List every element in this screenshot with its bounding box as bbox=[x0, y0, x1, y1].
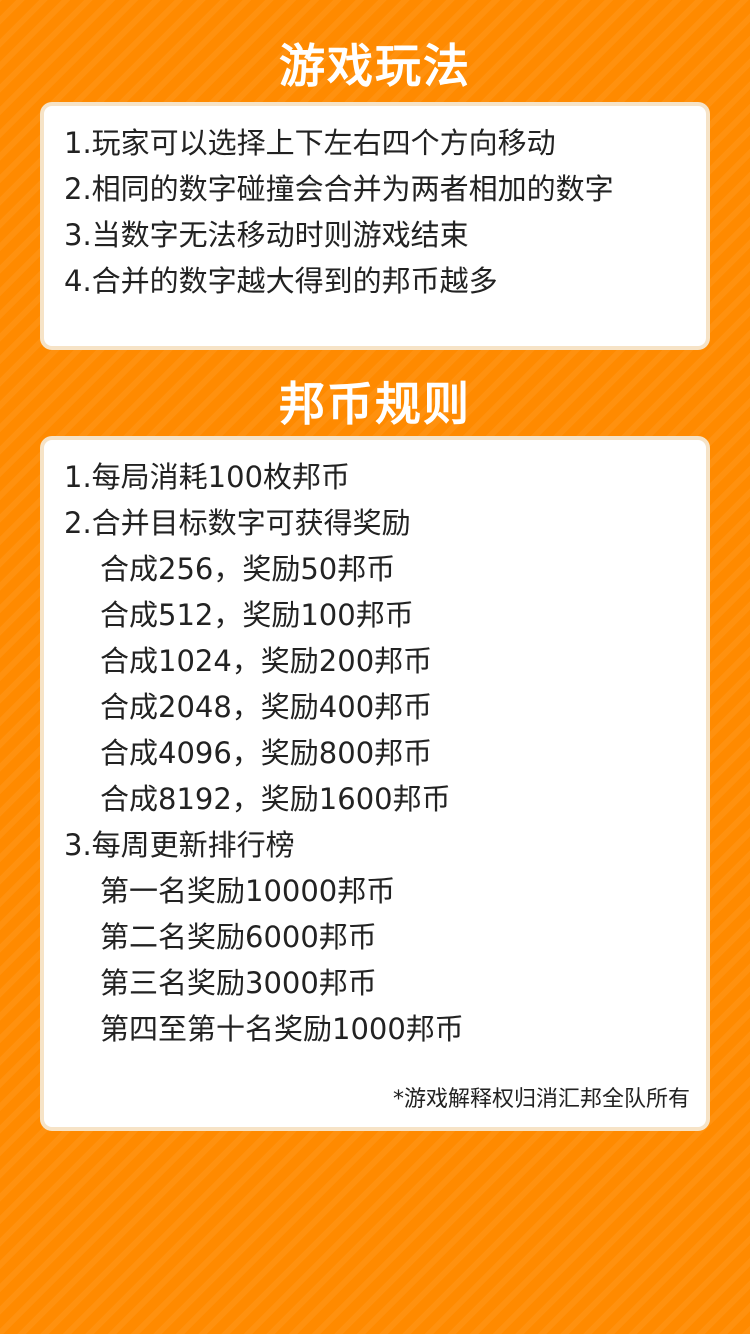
rights-footnote: *游戏解释权归消汇邦全队所有 bbox=[392, 1087, 690, 1112]
gameplay-rule-3: 3.当数字无法移动时则游戏结束 bbox=[64, 218, 469, 252]
coin-rules-card: 1.每局消耗100枚邦币 2.合并目标数字可获得奖励 合成256，奖励50邦币 … bbox=[40, 436, 710, 1131]
coin-rule-cost: 1.每局消耗100枚邦币 bbox=[64, 460, 351, 494]
ranking-reward-4th-10th: 第四至第十名奖励1000邦币 bbox=[100, 1012, 464, 1046]
merge-reward-256: 合成256，奖励50邦币 bbox=[100, 552, 396, 586]
gameplay-card: 1.玩家可以选择上下左右四个方向移动 2.相同的数字碰撞会合并为两者相加的数字 … bbox=[40, 102, 710, 350]
coin-rules-title: 邦币规则 bbox=[279, 377, 471, 431]
gameplay-rule-2: 2.相同的数字碰撞会合并为两者相加的数字 bbox=[64, 172, 614, 206]
ranking-reward-2nd: 第二名奖励6000邦币 bbox=[100, 920, 377, 954]
merge-reward-4096: 合成4096，奖励800邦币 bbox=[100, 736, 433, 770]
merge-reward-1024: 合成1024，奖励200邦币 bbox=[100, 644, 433, 678]
gameplay-title: 游戏玩法 bbox=[279, 39, 471, 93]
gameplay-rule-1: 1.玩家可以选择上下左右四个方向移动 bbox=[64, 126, 556, 160]
coin-rule-merge-heading: 2.合并目标数字可获得奖励 bbox=[64, 506, 411, 540]
coin-rule-ranking-heading: 3.每周更新排行榜 bbox=[64, 828, 295, 862]
merge-reward-8192: 合成8192，奖励1600邦币 bbox=[100, 782, 451, 816]
merge-reward-2048: 合成2048，奖励400邦币 bbox=[100, 690, 433, 724]
ranking-reward-3rd: 第三名奖励3000邦币 bbox=[100, 966, 377, 1000]
gameplay-rule-4: 4.合并的数字越大得到的邦币越多 bbox=[64, 264, 498, 298]
merge-reward-512: 合成512，奖励100邦币 bbox=[100, 598, 414, 632]
ranking-reward-1st: 第一名奖励10000邦币 bbox=[100, 874, 396, 908]
